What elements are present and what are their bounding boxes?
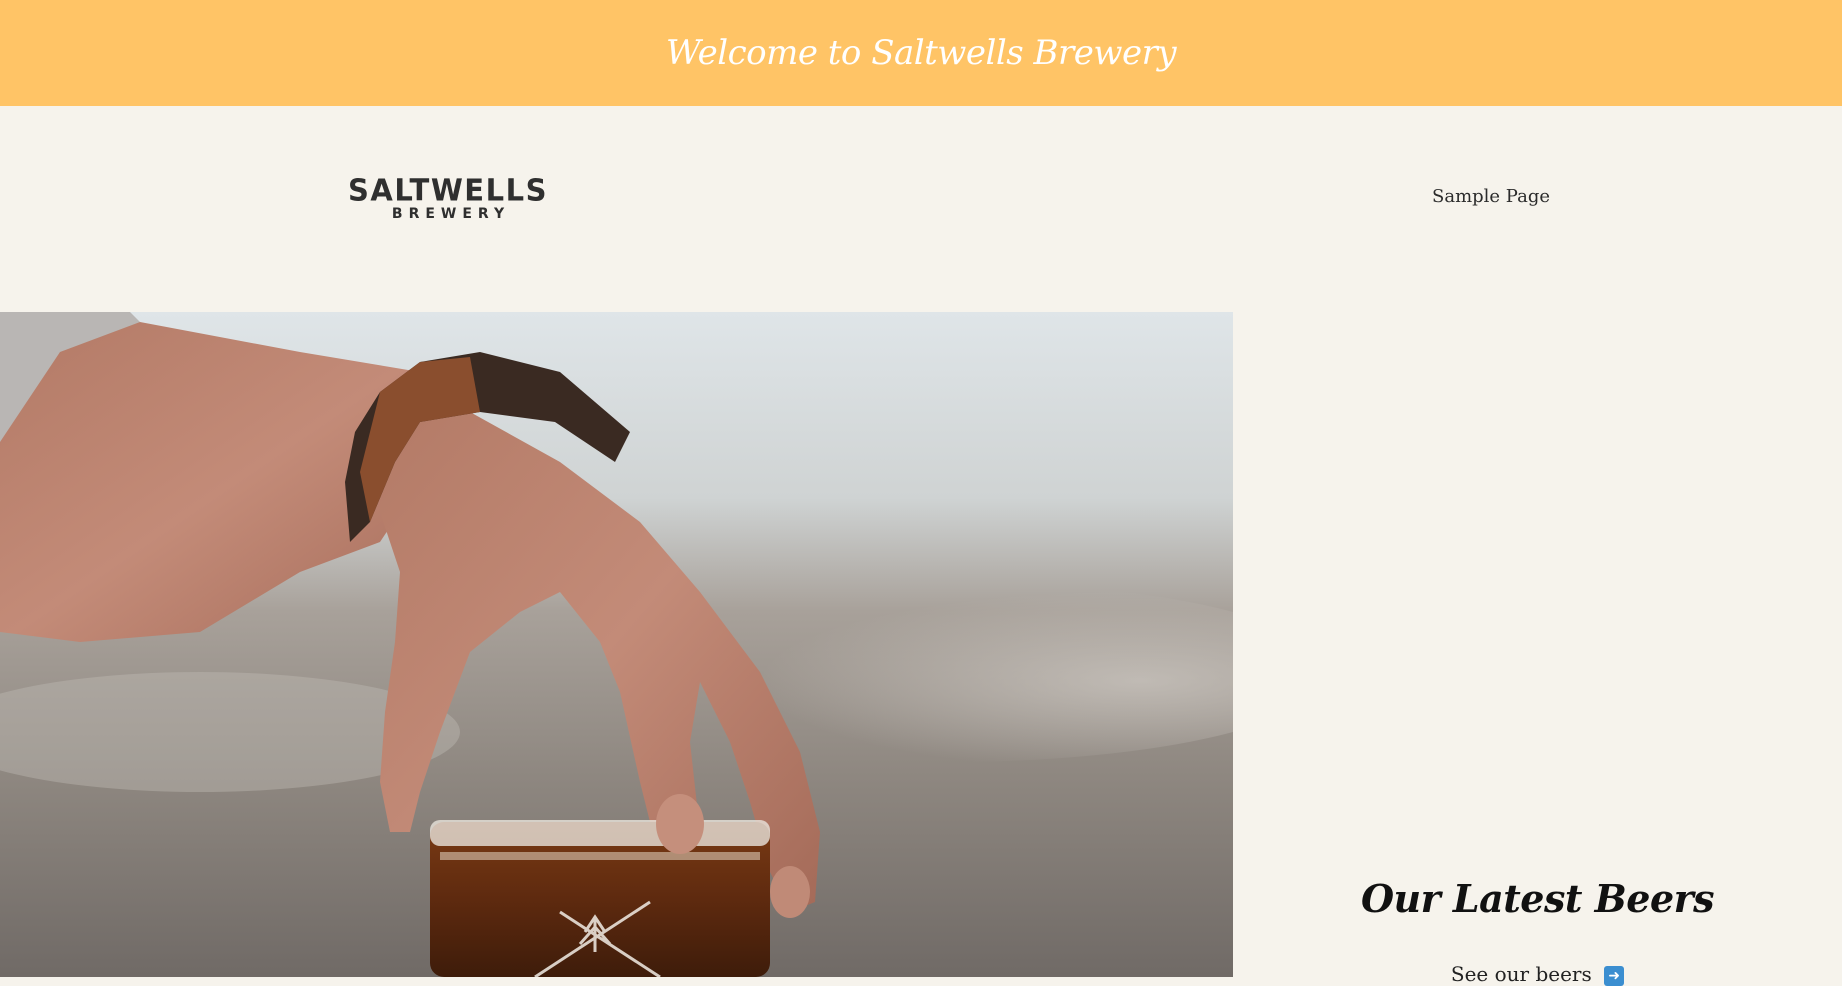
nav-item-sample-page[interactable]: Sample Page <box>1432 186 1550 207</box>
arrow-right-icon: ➜ <box>1604 965 1625 986</box>
see-our-beers-link[interactable]: See our beers ➜ <box>1233 962 1842 986</box>
hero-photo <box>0 312 1233 977</box>
announcement-bar: Welcome to Saltwells Brewery <box>0 0 1842 106</box>
announcement-text: Welcome to Saltwells Brewery <box>665 33 1177 73</box>
logo-wordmark: SALTWELLS <box>348 172 548 208</box>
site-logo[interactable]: SALTWELLS BREWERY <box>348 172 548 226</box>
site-header: SALTWELLS BREWERY Sample Page <box>0 106 1842 312</box>
see-our-beers-label: See our beers <box>1450 962 1592 986</box>
hero-image <box>0 312 1233 977</box>
logo-subtitle: BREWERY <box>391 206 511 222</box>
sidebar-heading: Our Latest Beers <box>1360 876 1715 921</box>
